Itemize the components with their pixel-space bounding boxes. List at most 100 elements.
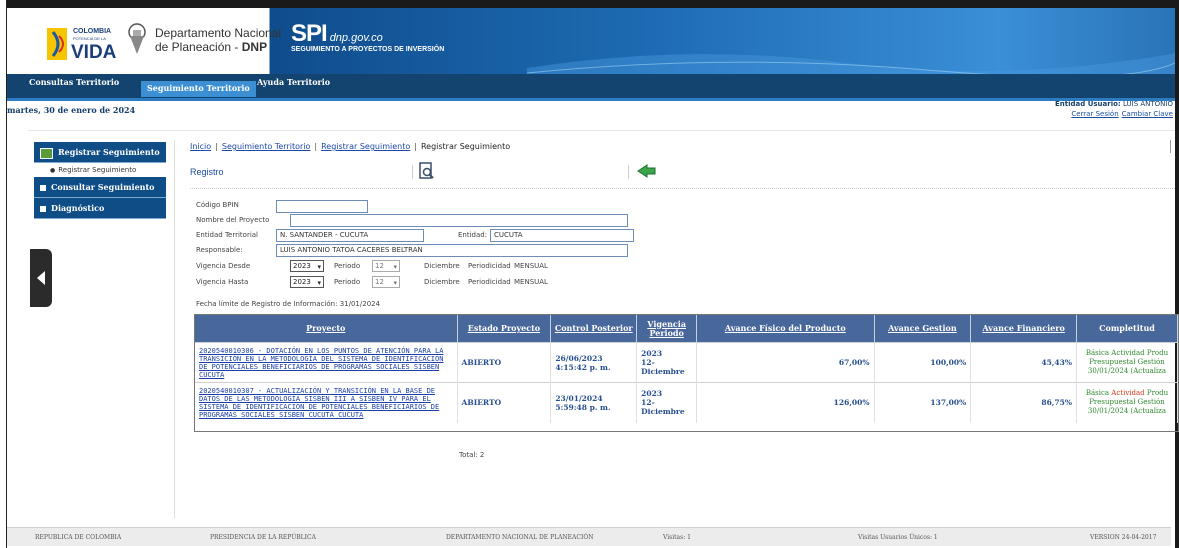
sidebar-sub-registrar-seguimiento[interactable]: ● Registrar Seguimiento — [34, 163, 166, 177]
avance-gestion-cell: 100,00% — [874, 342, 972, 383]
coat-of-arms-icon — [128, 23, 146, 54]
codigo-bpin-input[interactable] — [276, 200, 368, 213]
vigencia-cell: 2023 12- Diciembre — [636, 342, 698, 383]
footer-presidencia: PRESIDENCIA DE LA REPÚBLICA — [210, 534, 316, 541]
col-avance-financiero[interactable]: Avance Financiero — [970, 315, 1077, 343]
control-cell: 26/06/2023 4:15:42 p. m. — [550, 342, 638, 383]
footer-visitas: Visitas: 1 — [663, 534, 691, 541]
sidebar-consultar-seguimiento[interactable]: Consultar Seguimiento — [34, 177, 166, 198]
avance-gestion-cell: 137,00% — [874, 382, 972, 423]
site-header: COLOMBIA POTENCIA DE LA VIDA Departament… — [7, 8, 1175, 74]
entidad-territorial-input[interactable]: N. SANTANDER - CUCUTA — [276, 229, 424, 242]
chevron-down-icon: ▾ — [317, 279, 321, 287]
avance-financiero-cell: 86,75% — [970, 382, 1077, 423]
fecha-limite: Fecha límite de Registro de Información:… — [196, 300, 381, 308]
entidad-territorial-label: Entidad Territorial — [196, 231, 259, 239]
col-vigencia-periodo[interactable]: Vigencia Periodo — [636, 315, 698, 343]
breadcrumb-current: Registrar Seguimiento — [420, 142, 511, 151]
col-avance-fisico[interactable]: Avance Físico del Producto — [696, 315, 875, 343]
bullet-icon: ● — [50, 167, 56, 174]
codigo-bpin-label: Código BPIN — [196, 201, 239, 209]
proyecto-cell: 2020540010307 - ACTUALIZACIÓN Y TRANSICI… — [195, 382, 458, 423]
section-divider — [190, 188, 1175, 189]
col-control-posterior[interactable]: Control Posterior — [550, 315, 638, 343]
control-cell: 23/01/2024 5:59:48 p. m. — [550, 382, 638, 423]
proyecto-link[interactable]: 2020540010307 - ACTUALIZACIÓN Y TRANSICI… — [199, 387, 453, 419]
section-title: Registro — [190, 167, 224, 177]
chevron-left-icon — [37, 271, 45, 285]
periodicidad-label: Periodicidad — [468, 262, 511, 270]
entidad-input[interactable]: CUCUTA — [490, 229, 634, 242]
periodicidad-value: MENSUAL — [514, 262, 548, 270]
vigencia-hasta-label: Vigencia Hasta — [196, 278, 249, 286]
footer-visitas-unicas: Visitas Usuarios Únicos: 1 — [858, 534, 938, 541]
breadcrumb-seguimiento-territorio[interactable]: Seguimiento Territorio — [222, 142, 311, 151]
colombia-potencia-de-la-vida-logo: COLOMBIA POTENCIA DE LA VIDA — [47, 28, 117, 63]
toolbar-divider — [628, 165, 629, 179]
window-right-border — [1175, 0, 1179, 548]
colombia-word: COLOMBIA — [73, 28, 111, 35]
change-password-link[interactable]: Cambiar Clave — [1122, 110, 1173, 118]
periodo-hasta-select[interactable]: 12 ▾ — [372, 276, 400, 288]
col-estado-proyecto[interactable]: Estado Proyecto — [457, 315, 552, 343]
breadcrumb-inicio[interactable]: Inicio — [190, 142, 211, 151]
periodo-desde-select[interactable]: 12 ▾ — [372, 260, 400, 272]
current-date: martes, 30 de enero de 2024 — [7, 105, 136, 115]
periodicidad-value: MENSUAL — [514, 278, 548, 286]
content-divider — [174, 140, 175, 518]
footer-republica: REPUBLICA DE COLOMBIA — [35, 534, 122, 541]
periodo-label: Periodo — [334, 262, 361, 270]
header-wave-decoration — [527, 53, 1175, 74]
mes-desde: Diciembre — [424, 262, 460, 270]
col-avance-gestion[interactable]: Avance Gestion — [874, 315, 972, 343]
vigencia-hasta-select[interactable]: 2023 ▾ — [290, 276, 324, 288]
table-row: 2020540010307 - ACTUALIZACIÓN Y TRANSICI… — [195, 382, 1178, 423]
periodo-label: Periodo — [334, 278, 361, 286]
vigencia-cell: 2023 12- Diciembre — [636, 382, 698, 423]
mes-hasta: Diciembre — [424, 278, 460, 286]
responsable-label: Responsable: — [196, 246, 243, 254]
chevron-down-icon: ▾ — [317, 263, 321, 271]
sidebar-collapse-toggle[interactable] — [30, 249, 52, 307]
header-divider — [28, 130, 1175, 131]
user-info: Entidad Usuario: LUIS ANTONIO Cerrar Ses… — [1055, 99, 1173, 119]
nav-seguimiento-territorio[interactable]: Seguimiento Territorio — [141, 81, 256, 97]
chevron-down-icon: ▾ — [393, 279, 397, 287]
site-footer: REPUBLICA DE COLOMBIA PRESIDENCIA DE LA … — [7, 527, 1171, 546]
user-name: LUIS ANTONIO — [1122, 100, 1173, 108]
register-icon — [40, 147, 53, 159]
proyecto-link[interactable]: 2020540010306 - DOTACIÓN EN LOS PUNTOS D… — [199, 347, 453, 379]
projects-table: Proyecto Estado Proyecto Control Posteri… — [195, 315, 1178, 423]
toolbar-divider — [412, 165, 413, 179]
dnp-title: Departamento Nacional de Planeación - DN… — [155, 26, 282, 54]
logout-link[interactable]: Cerrar Sesión — [1071, 110, 1118, 118]
col-proyecto[interactable]: Proyecto — [195, 315, 458, 343]
sidebar: Registrar Seguimiento ● Registrar Seguimi… — [34, 142, 166, 219]
breadcrumb-registrar-seguimiento[interactable]: Registrar Seguimiento — [321, 142, 410, 151]
avance-financiero-cell: 45,43% — [970, 342, 1077, 383]
nombre-proyecto-label: Nombre del Proyecto — [196, 216, 270, 224]
main-navigation: Consultas Territorio Seguimiento Territo… — [7, 74, 1175, 101]
proyecto-cell: 2020540010306 - DOTACIÓN EN LOS PUNTOS D… — [195, 342, 458, 383]
vigencia-desde-label: Vigencia Desde — [196, 262, 251, 270]
back-arrow-icon[interactable] — [637, 164, 657, 178]
nombre-proyecto-input[interactable] — [290, 214, 628, 227]
completitud-cell: Básica Actividad Produ Presupuestal Gesti… — [1076, 342, 1178, 383]
sidebar-registrar-seguimiento[interactable]: Registrar Seguimiento — [34, 142, 166, 163]
potencia-word: POTENCIA DE LA — [73, 36, 106, 41]
spi-site: dnp.gov.co — [329, 32, 383, 44]
spi-wordmark: SPI — [291, 20, 328, 47]
entidad-label: Entidad: — [458, 231, 488, 239]
sidebar-diagnostico[interactable]: Diagnóstico — [34, 198, 166, 219]
responsable-input[interactable]: LUIS ANTONIO TATOA CACERES BELTRAN — [276, 244, 628, 257]
vigencia-desde-select[interactable]: 2023 ▾ — [290, 260, 324, 272]
nav-ayuda-territorio[interactable]: Ayuda Territorio — [257, 77, 330, 87]
window-top-border — [0, 0, 1179, 8]
window-left-border — [0, 0, 7, 548]
breadcrumb-divider — [1170, 140, 1171, 153]
col-completitud: Completitud — [1076, 315, 1178, 343]
report-search-icon[interactable] — [418, 161, 436, 181]
vida-word: VIDA — [71, 42, 117, 63]
table-header-row: Proyecto Estado Proyecto Control Posteri… — [195, 315, 1178, 343]
nav-consultas-territorio[interactable]: Consultas Territorio — [29, 77, 119, 87]
